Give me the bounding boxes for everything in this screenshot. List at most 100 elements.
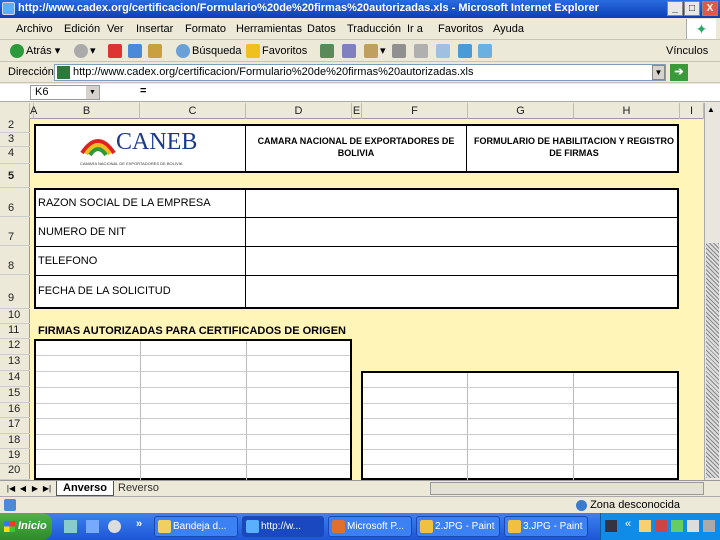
row-header[interactable]: 12 [0, 339, 30, 355]
row-header[interactable]: 16 [0, 403, 30, 418]
razon-social-value[interactable] [248, 191, 678, 216]
print-button[interactable] [392, 43, 408, 59]
first-sheet-icon[interactable]: |◀ [6, 483, 16, 494]
stop-button[interactable] [108, 43, 124, 59]
row-header[interactable]: 3 [0, 133, 30, 147]
minimize-button[interactable]: _ [667, 1, 683, 16]
tab-anverso[interactable]: Anverso [56, 481, 115, 496]
col-header-g[interactable]: G [468, 103, 574, 119]
row-header[interactable]: 20 [0, 464, 30, 480]
col-header-e[interactable]: E [352, 103, 362, 119]
forward-button[interactable]: ▾ [74, 43, 96, 59]
col-header-f[interactable]: F [362, 103, 468, 119]
close-button[interactable]: X [702, 1, 718, 16]
search-button[interactable]: Búsqueda [176, 43, 242, 59]
grid-line [36, 434, 350, 435]
nit-value[interactable] [248, 220, 678, 245]
menu-insertar[interactable]: Insertar [136, 23, 173, 35]
caneb-logo: CANEB CAMARA NACIONAL DE EXPORTADORES DE… [80, 129, 230, 171]
formula-equals[interactable]: = [140, 85, 146, 97]
scroll-up-icon[interactable]: ▲ [707, 105, 715, 114]
quicklaunch-ie-icon[interactable] [86, 520, 99, 533]
menu-herramientas[interactable]: Herramientas [236, 23, 302, 35]
row-header[interactable]: 13 [0, 355, 30, 371]
address-dropdown-button[interactable]: ▼ [652, 65, 665, 80]
star-icon [246, 44, 260, 59]
messenger-icon[interactable] [671, 520, 683, 532]
telefono-value[interactable] [248, 249, 678, 274]
quicklaunch-media-icon[interactable] [108, 520, 121, 533]
row-header[interactable]: 9 [0, 275, 30, 309]
row-header[interactable]: 5 [0, 164, 30, 188]
language-icon[interactable] [605, 520, 617, 532]
scroll-thumb[interactable] [706, 243, 719, 478]
menu-ver[interactable]: Ver [107, 23, 124, 35]
horizontal-scrollbar[interactable] [430, 482, 704, 495]
quicklaunch-more-icon[interactable]: » [136, 518, 142, 530]
research-button[interactable] [478, 43, 494, 59]
task-paint-3[interactable]: 3.JPG - Paint [504, 516, 588, 537]
col-header-h[interactable]: H [574, 103, 680, 119]
messenger-button[interactable] [458, 43, 474, 59]
favorites-button[interactable]: Favoritos [246, 43, 307, 59]
last-sheet-icon[interactable]: ▶| [42, 483, 52, 494]
media-button[interactable] [342, 43, 358, 59]
col-header-d[interactable]: D [246, 103, 352, 119]
col-header-i[interactable]: I [680, 103, 704, 119]
task-paint-2[interactable]: 2.JPG - Paint [416, 516, 500, 537]
divider [245, 125, 246, 172]
refresh-button[interactable] [128, 43, 144, 59]
col-header-c[interactable]: C [140, 103, 246, 119]
vertical-scrollbar[interactable]: ▲ [704, 103, 720, 480]
task-ie[interactable]: http://w... [242, 516, 324, 537]
network-icon[interactable] [687, 520, 699, 532]
address-input[interactable]: http://www.cadex.org/certificacion/Formu… [54, 64, 666, 81]
volume-icon[interactable] [703, 520, 715, 532]
quicklaunch-desktop-icon[interactable] [64, 520, 77, 533]
menu-formato[interactable]: Formato [185, 23, 226, 35]
go-button[interactable]: ➔ [670, 64, 688, 81]
row-header[interactable]: 10 [0, 309, 30, 324]
row-header[interactable]: 15 [0, 387, 30, 403]
row-header[interactable]: 19 [0, 449, 30, 464]
row-header[interactable]: 7 [0, 217, 30, 246]
task-powerpoint[interactable]: Microsoft P... [328, 516, 412, 537]
tab-reverso[interactable]: Reverso [112, 481, 165, 496]
row-header[interactable]: 14 [0, 371, 30, 387]
menu-ayuda[interactable]: Ayuda [493, 23, 524, 35]
row-header[interactable]: 6 [0, 188, 30, 217]
row-header[interactable]: 11 [0, 324, 30, 339]
maximize-button[interactable]: □ [684, 1, 700, 16]
name-box-dropdown[interactable]: ▼ [86, 86, 99, 99]
menu-ir-a[interactable]: Ir a [407, 23, 423, 35]
row-header[interactable]: 17 [0, 418, 30, 434]
prev-sheet-icon[interactable]: ◀ [18, 483, 28, 494]
back-button[interactable]: Atrás ▾ [10, 43, 60, 59]
home-button[interactable] [148, 43, 164, 59]
menu-archivo[interactable]: Archivo [16, 23, 53, 35]
row-header[interactable]: 18 [0, 434, 30, 449]
menu-edicion[interactable]: Edición [64, 23, 100, 35]
task-bandeja[interactable]: Bandeja d... [154, 516, 238, 537]
menu-datos[interactable]: Datos [307, 23, 336, 35]
menu-traduccion[interactable]: Traducción [347, 23, 401, 35]
security-icon[interactable] [655, 520, 667, 532]
fecha-value[interactable] [248, 278, 678, 307]
history-button[interactable] [320, 43, 336, 59]
discuss-button[interactable] [436, 43, 452, 59]
row-header[interactable]: 4 [0, 147, 30, 164]
col-header-b[interactable]: B [34, 103, 140, 119]
worksheet[interactable]: CANEB CAMARA NACIONAL DE EXPORTADORES DE… [30, 119, 704, 480]
mail-button[interactable]: ▾ [364, 43, 386, 59]
select-all-corner[interactable] [0, 103, 30, 119]
row-header[interactable]: 8 [0, 246, 30, 275]
menu-favoritos[interactable]: Favoritos [438, 23, 483, 35]
mail-icon[interactable] [639, 520, 651, 532]
tray-expand-icon[interactable]: « [625, 518, 631, 530]
next-sheet-icon[interactable]: ▶ [30, 483, 40, 494]
links-button[interactable]: Vínculos [666, 43, 708, 59]
edit-button[interactable] [414, 43, 430, 59]
divider [35, 275, 678, 276]
start-button[interactable]: Inicio [0, 513, 52, 540]
row-header[interactable]: 2 [0, 119, 30, 133]
